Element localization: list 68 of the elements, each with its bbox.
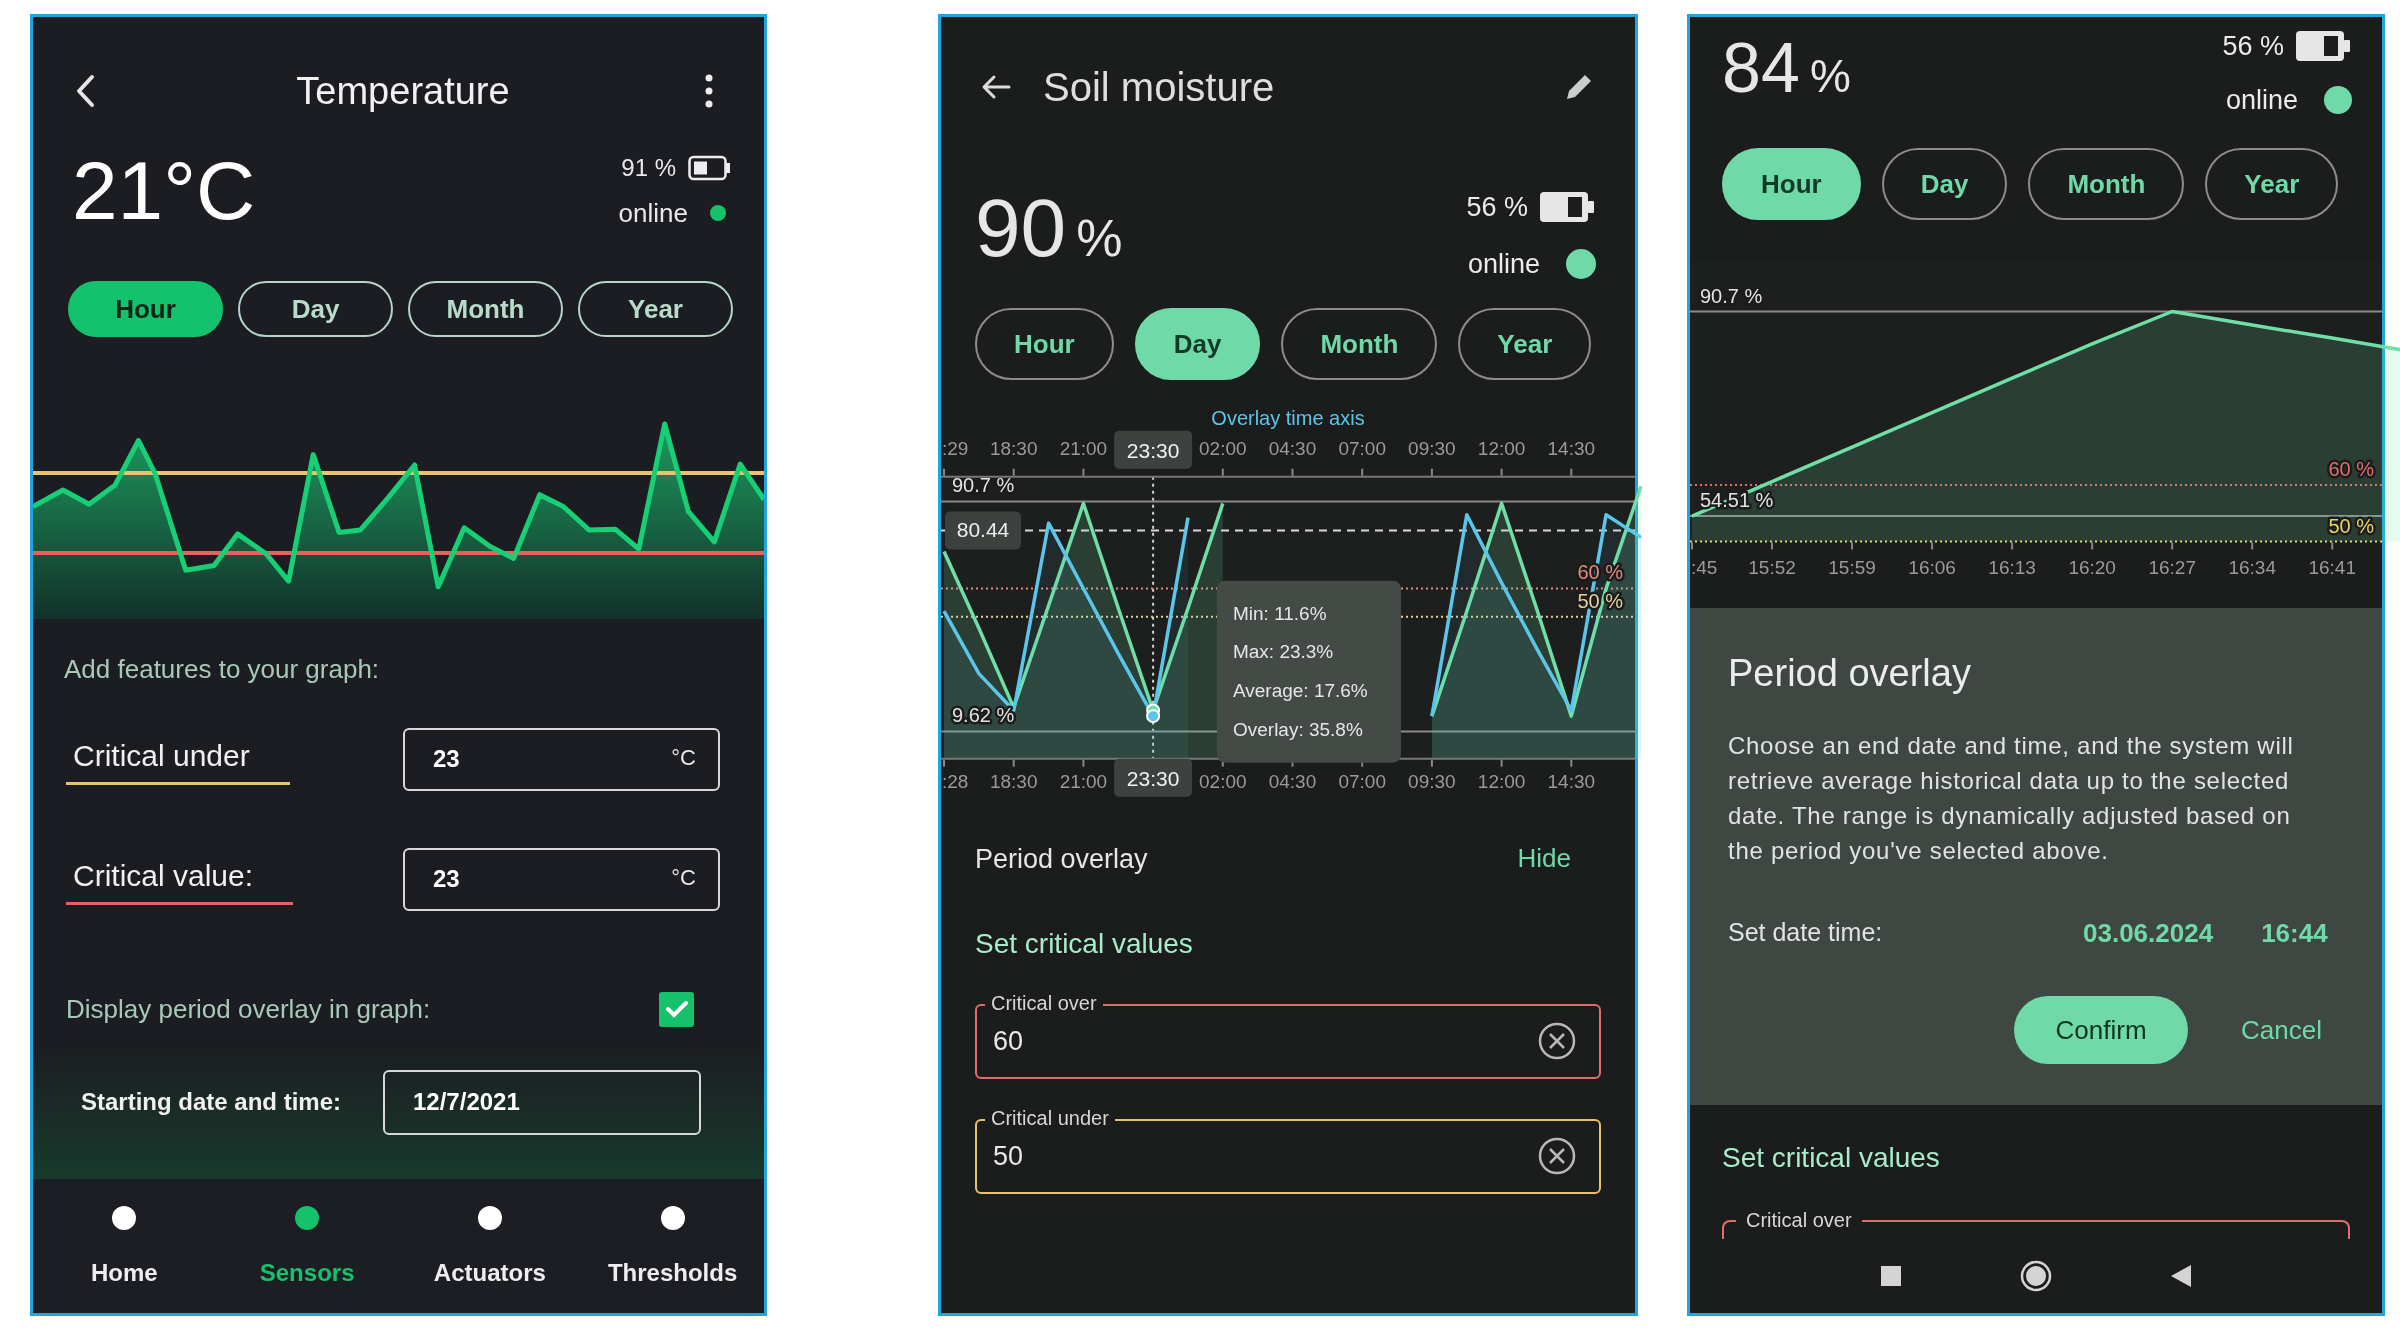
- field-label: Set date time:: [1728, 917, 1884, 949]
- unit-label: °C: [671, 864, 696, 891]
- axis-label: 07:00: [1338, 771, 1386, 792]
- axis-label: 15:59: [1828, 556, 1876, 577]
- status-text: online: [2225, 84, 2298, 117]
- axis-label: 14:30: [1547, 771, 1596, 792]
- axis-label: 90.7 %: [1700, 284, 1763, 307]
- reading-value: 90: [975, 187, 1067, 269]
- tooltip-text: Average: 17.6%: [1233, 680, 1368, 702]
- critical-label: Critical value:: [66, 853, 294, 905]
- axis-label: :28: [942, 771, 969, 792]
- axis-label: 21:00: [1059, 771, 1108, 792]
- temperature-reading: 21°C: [72, 150, 256, 232]
- axis-label: 09:30: [1408, 771, 1456, 792]
- section-title: Period overlay: [975, 842, 1148, 876]
- axis-label: 18:30: [989, 771, 1038, 792]
- battery-percentage: 56 %: [1466, 191, 1528, 224]
- value-badge: 80.44: [945, 511, 1021, 550]
- unit-label: °C: [671, 744, 696, 771]
- section-heading: Set critical values: [1721, 1141, 1941, 1175]
- axis-label: 02:00: [1199, 438, 1247, 459]
- status-text: online: [1467, 247, 1540, 281]
- time-badge: 23:30: [1114, 759, 1193, 797]
- screen-title: Soil moisture: [1043, 64, 1275, 111]
- critical-label: Critical under: [66, 733, 290, 785]
- tooltip-text: Max: 23.3%: [1233, 641, 1334, 663]
- axis-label: 12:00: [1477, 438, 1526, 459]
- option-label: Display period overlay in graph:: [66, 992, 431, 1026]
- battery-percentage: 56 %: [2222, 29, 2284, 63]
- dialog-text: Choose an end date and time, and the system will retrieve average historical data up to the selected date. The range is dynamically adjusted based on the period you've selected above.: [1728, 731, 2295, 866]
- axis-label: 16:13: [1988, 556, 2036, 577]
- axis-label: 15:52: [1748, 556, 1796, 577]
- axis-label: 18:30: [989, 438, 1038, 459]
- reading-unit: %: [1809, 53, 1851, 99]
- dialog-title: Period overlay: [1728, 651, 1972, 696]
- section-heading: Add features to your graph:: [63, 652, 381, 686]
- axis-label: 09:30: [1408, 438, 1456, 459]
- reading-value: 84: [1722, 33, 1800, 103]
- axis-label: 9.62 %: [952, 704, 1015, 727]
- threshold-label: 50 %: [2328, 514, 2374, 536]
- axis-label: 14:30: [1547, 438, 1596, 459]
- axis-label: 04:30: [1268, 438, 1317, 459]
- time-badge: 23:30: [1114, 431, 1193, 469]
- axis-label: 07:00: [1338, 438, 1386, 459]
- threshold-label: 60 %: [2328, 457, 2374, 480]
- screen-title: Temperature: [295, 68, 511, 114]
- field-label: Critical over: [1745, 1208, 1853, 1232]
- axis-label: 16:06: [1908, 556, 1956, 577]
- axis-label: 16:20: [2068, 556, 2116, 577]
- axis-label: 12:00: [1477, 771, 1526, 792]
- reading-unit: %: [1076, 212, 1123, 264]
- axis-label: :45: [1691, 556, 1718, 577]
- axis-label: 90.7 %: [952, 474, 1015, 497]
- axis-label: 16:34: [2228, 556, 2276, 577]
- tooltip-text: Min: 11.6%: [1233, 603, 1327, 624]
- field-label: Starting date and time:: [81, 1087, 343, 1117]
- axis-title: Overlay time axis: [1211, 407, 1365, 429]
- axis-label: 21:00: [1059, 438, 1108, 459]
- axis-label: 16:27: [2148, 556, 2196, 577]
- axis-label: :29: [942, 438, 969, 459]
- axis-label: 02:00: [1199, 771, 1247, 792]
- battery-percentage: 91 %: [621, 152, 676, 183]
- axis-label: 04:30: [1268, 771, 1317, 792]
- ref-line-label: 80.44: [956, 518, 1010, 542]
- tooltip-text: Overlay: 35.8%: [1233, 719, 1363, 741]
- status-text: online: [618, 196, 688, 230]
- axis-label: 16:41: [2308, 556, 2356, 577]
- section-heading: Set critical values: [974, 927, 1194, 961]
